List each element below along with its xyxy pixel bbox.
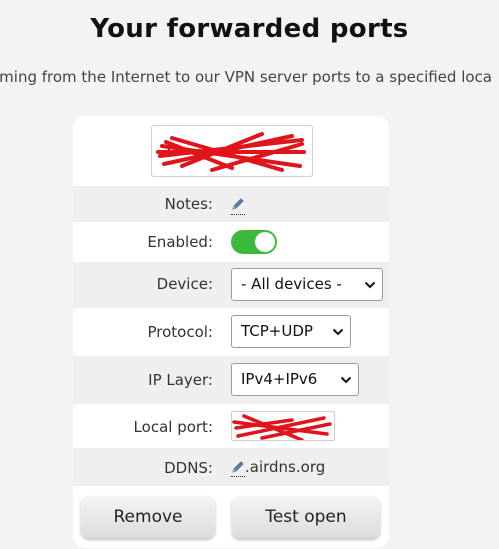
redaction-scribble <box>232 414 332 440</box>
port-name-field[interactable]: ····· <box>151 125 313 177</box>
notes-row: Notes: <box>73 186 389 222</box>
ddns-edit-link[interactable] <box>231 458 245 477</box>
ip-layer-label: IP Layer: <box>148 371 213 389</box>
remove-button[interactable]: Remove <box>81 496 215 538</box>
pencil-icon <box>232 461 244 473</box>
page-title: Your forwarded ports <box>90 14 409 44</box>
device-select[interactable]: - All devices - <box>231 268 383 301</box>
test-open-button[interactable]: Test open <box>232 496 380 538</box>
ip-layer-select-value: IPv4+IPv6 <box>241 370 318 388</box>
redaction-scribble <box>156 132 306 172</box>
page: Your forwarded ports oming from the Inte… <box>0 0 499 549</box>
ip-layer-row: IP Layer: IPv4+IPv6 <box>73 356 389 404</box>
local-port-label: Local port: <box>133 418 213 436</box>
ddns-value: .airdns.org <box>245 458 326 476</box>
ddns-field: .airdns.org <box>231 458 325 478</box>
enabled-label: Enabled: <box>147 233 213 251</box>
enabled-row: Enabled: <box>73 222 389 262</box>
protocol-select[interactable]: TCP+UDP <box>231 315 351 348</box>
device-select-value: - All devices - <box>241 275 342 293</box>
local-port-row: Local port: ····· <box>73 404 389 448</box>
notes-label: Notes: <box>164 195 213 213</box>
forwarded-port-card: ····· Notes: Enabled: Device: - All devi… <box>73 116 389 548</box>
device-label: Device: <box>156 275 213 293</box>
enabled-toggle[interactable] <box>231 230 277 254</box>
notes-edit-link[interactable] <box>231 195 245 215</box>
protocol-select-value: TCP+UDP <box>241 322 313 340</box>
protocol-row: Protocol: TCP+UDP <box>73 308 389 356</box>
chevron-down-icon <box>340 376 352 384</box>
toggle-knob <box>255 232 275 252</box>
device-row: Device: - All devices - <box>73 262 389 308</box>
ddns-row: DDNS: .airdns.org <box>73 448 389 486</box>
ip-layer-select[interactable]: IPv4+IPv6 <box>231 363 359 396</box>
local-port-input[interactable]: ····· <box>231 411 335 441</box>
pencil-icon <box>232 198 244 210</box>
protocol-label: Protocol: <box>147 323 213 341</box>
chevron-down-icon <box>364 281 376 289</box>
chevron-down-icon <box>332 328 344 336</box>
ddns-label: DDNS: <box>164 459 213 477</box>
page-subtitle: oming from the Internet to our VPN serve… <box>0 68 492 86</box>
